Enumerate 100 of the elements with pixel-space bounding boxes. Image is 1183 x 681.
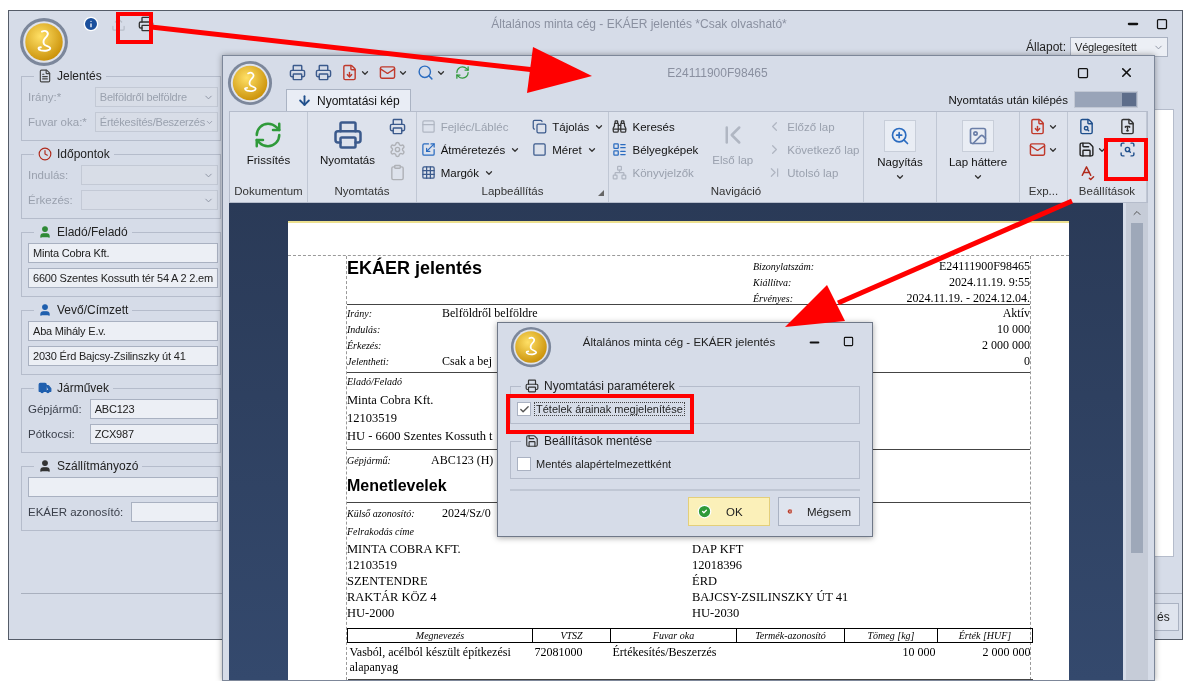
ribbon-button[interactable]: Méret bbox=[530, 139, 607, 160]
ribbon-button[interactable]: Lap háttere bbox=[944, 116, 1012, 182]
group-title: Nyomtatási paraméterek bbox=[544, 379, 675, 393]
ribbon-icon-button[interactable] bbox=[1117, 139, 1138, 160]
field-value: 2 000 000 bbox=[982, 338, 1030, 352]
table-header-cell: Fuvar oka bbox=[610, 628, 737, 643]
field-label: Érvényes: bbox=[753, 292, 794, 304]
logo-icon bbox=[227, 60, 273, 106]
field-value: 2024.11.19. - 2024.12.04. bbox=[906, 291, 1030, 305]
field-value: 10 000 bbox=[997, 322, 1030, 336]
field-value: ABC123 (H) bbox=[431, 453, 494, 467]
window-title: E24111900F98465 bbox=[666, 65, 769, 80]
maximize-icon bbox=[1156, 18, 1168, 30]
person-icon bbox=[38, 225, 52, 239]
quick-print-button[interactable] bbox=[315, 64, 332, 81]
zoom-button[interactable] bbox=[417, 64, 446, 81]
group-title: Szállítmányozó bbox=[57, 459, 139, 473]
address-line: HU-2000 bbox=[347, 605, 395, 621]
ribbon-button[interactable]: Tájolás bbox=[530, 116, 607, 137]
address-line: RAKTÁR KÖZ 4 bbox=[347, 589, 437, 605]
field-label: Jelentheti: bbox=[347, 355, 391, 367]
address-line: MINTA COBRA KFT. bbox=[347, 541, 461, 557]
checkbox-label[interactable]: Tételek árainak megjelenítése bbox=[534, 402, 685, 416]
table-header-cell: Termék-azonosító bbox=[736, 628, 845, 643]
input-field[interactable]: Minta Cobra Kft. bbox=[28, 243, 218, 263]
ribbon-button[interactable]: Margók bbox=[418, 162, 523, 183]
scroll-thumb[interactable] bbox=[1131, 223, 1143, 553]
logo-icon bbox=[510, 326, 552, 368]
table-cell: 2 000 000 bbox=[937, 642, 1033, 680]
file-search-icon bbox=[1078, 118, 1095, 135]
toggle-switch[interactable] bbox=[1074, 91, 1138, 108]
input-field[interactable]: Aba Mihály E.v. bbox=[28, 321, 218, 341]
pdf-file-icon bbox=[341, 64, 358, 81]
refresh-icon bbox=[455, 65, 470, 80]
print-dialog-button[interactable] bbox=[289, 64, 306, 81]
check-icon bbox=[518, 403, 530, 415]
person-icon bbox=[38, 303, 52, 317]
clock-icon bbox=[38, 147, 52, 161]
field-label: Pótkocsi: bbox=[28, 428, 76, 440]
gear-icon bbox=[389, 141, 406, 158]
field-label: Felrakodás címe bbox=[347, 526, 414, 537]
field-label: Külső azonosító: bbox=[347, 507, 416, 519]
input-field[interactable] bbox=[131, 502, 218, 522]
info-icon[interactable] bbox=[83, 16, 99, 32]
dialog-launcher-icon[interactable] bbox=[598, 190, 604, 196]
group-title: Járművek bbox=[57, 381, 109, 395]
checkbox[interactable] bbox=[517, 402, 531, 416]
ribbon-button[interactable]: Nagyítás bbox=[873, 116, 927, 182]
ribbon-group-title: Lapbeállítás bbox=[481, 185, 544, 199]
ribbon-group-title: Nyomtatás bbox=[334, 185, 390, 199]
field-label: Irány:* bbox=[28, 91, 63, 103]
ribbon-button[interactable]: Nyomtatás bbox=[316, 116, 379, 166]
field-value: 2024/Sz/0 bbox=[442, 506, 491, 520]
status-dropdown[interactable]: Véglegesített bbox=[1070, 37, 1168, 57]
scrollbar[interactable] bbox=[1126, 203, 1148, 680]
input-field[interactable]: 2030 Érd Bajcsy-Zsilinszky út 41 bbox=[28, 346, 218, 366]
ribbon-tab[interactable]: Nyomtatási kép bbox=[286, 89, 411, 111]
table-header-cell: Érték [HUF] bbox=[937, 628, 1033, 643]
field-label: Fuvar oka:* bbox=[28, 116, 87, 128]
ribbon-group-title: Dokumentum bbox=[234, 185, 303, 199]
cancel-button[interactable]: Mégsem bbox=[778, 497, 860, 526]
address-line: BAJCSY-ZSILINSZKY ÚT 41 bbox=[692, 589, 849, 605]
field-label: Gépjármű: bbox=[347, 454, 392, 466]
input-field[interactable] bbox=[28, 477, 218, 497]
group-title: Eladó/Feladó bbox=[57, 225, 128, 239]
address-line: 12018396 bbox=[692, 557, 742, 573]
ribbon-group-title: Beállítások bbox=[1078, 185, 1136, 199]
input-field[interactable]: ZCX987 bbox=[89, 424, 218, 444]
checkbox[interactable] bbox=[517, 457, 531, 471]
ribbon-button[interactable]: Átméretezés bbox=[418, 139, 523, 160]
grid-icon bbox=[420, 165, 436, 180]
maximize-button[interactable] bbox=[1154, 16, 1170, 32]
ribbon-icon-button[interactable] bbox=[387, 116, 408, 137]
action-button[interactable]: és bbox=[1155, 602, 1179, 631]
pdf-export-button[interactable] bbox=[341, 64, 370, 81]
table-cell: Vasból, acélból készült építkezési alapanyag bbox=[347, 642, 533, 680]
ribbon-button[interactable]: Bélyegképek bbox=[610, 139, 701, 160]
document-title: EKÁER jelentés bbox=[347, 256, 483, 280]
input-field[interactable]: ABC123 bbox=[89, 399, 218, 419]
save-icon bbox=[1078, 141, 1095, 158]
field-label: Gépjármű: bbox=[28, 403, 82, 415]
printer-icon bbox=[389, 118, 406, 135]
refresh-button[interactable] bbox=[455, 65, 470, 80]
toggle-label: Nyomtatás után kilépés bbox=[948, 93, 1068, 106]
pages-icon bbox=[532, 119, 548, 134]
checkbox-label[interactable]: Mentés alapértelmezettként bbox=[534, 457, 674, 471]
input-field[interactable]: 6600 Szentes Kossuth tér 54 A 2 2.em bbox=[28, 268, 218, 288]
address-line: 12103519 bbox=[347, 410, 397, 427]
ribbon-group-title: Navigáció bbox=[710, 185, 762, 199]
ribbon-button[interactable]: Keresés bbox=[610, 116, 701, 137]
table-cell: Értékesítés/Beszerzés bbox=[610, 642, 737, 680]
dialog-title: Általános minta cég - EKÁER jelentés bbox=[581, 335, 777, 348]
ok-button[interactable]: OK bbox=[688, 497, 770, 526]
search-settings-icon bbox=[1119, 141, 1136, 158]
pdf-mail-button[interactable] bbox=[379, 64, 408, 81]
ribbon-button[interactable]: Frissítés bbox=[242, 116, 295, 166]
field-value: Aktív bbox=[1002, 306, 1030, 320]
field-label: Érkezés: bbox=[28, 194, 73, 206]
field-label: Indulás: bbox=[28, 169, 70, 181]
tree-icon bbox=[612, 165, 628, 180]
